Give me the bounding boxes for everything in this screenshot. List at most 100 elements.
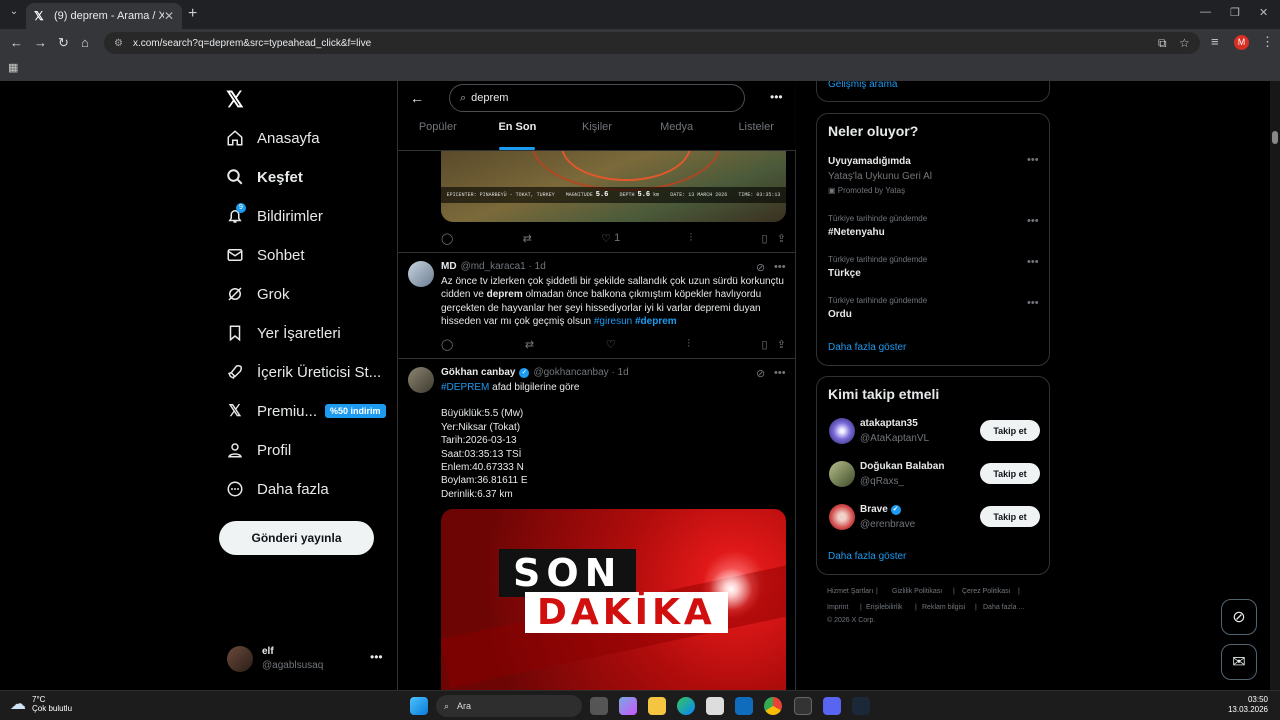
outlook-icon[interactable] [735, 697, 753, 715]
grok-fab-icon[interactable]: ⊘ [1221, 599, 1257, 635]
repost-icon[interactable]: ⇄ [523, 231, 532, 245]
nav-premium[interactable]: 𝕏 Premiu... %50 indirim [226, 396, 386, 426]
tab-popular[interactable]: Popüler [398, 121, 478, 151]
profile-avatar[interactable]: M [1234, 35, 1249, 50]
trend-more-icon[interactable]: ••• [1027, 215, 1039, 227]
follow-name-row[interactable]: Brave ✓ [860, 504, 905, 515]
views-icon[interactable]: ⫶ [687, 337, 690, 351]
steam-icon[interactable] [852, 697, 870, 715]
grok-icon[interactable]: ⊘ [756, 261, 765, 274]
weather-widget[interactable]: ☁ 7°C Çok bulutlu [10, 694, 72, 714]
avatar[interactable] [829, 504, 855, 530]
account-switcher[interactable]: elf @agablsusaq ••• [227, 646, 387, 676]
nav-profile[interactable]: Profil [226, 435, 291, 465]
close-window-icon[interactable]: ✕ [1259, 6, 1268, 19]
browser-tab[interactable]: 𝕏 (9) deprem - Arama / X ✕ [26, 3, 182, 29]
trend-more-icon[interactable]: ••• [1027, 297, 1039, 309]
nav-bookmarks[interactable]: Yer İşaretleri [226, 318, 341, 348]
show-more-trends-link[interactable]: Daha fazla göster [828, 342, 906, 353]
restore-icon[interactable]: ❐ [1230, 6, 1240, 19]
tab-media[interactable]: Medya [637, 121, 717, 151]
breaking-news-image[interactable]: SON DAKİKA [441, 509, 786, 690]
author-name[interactable]: MD [441, 261, 457, 272]
author-handle[interactable]: @md_karaca1 · 1d [461, 261, 546, 272]
post-button[interactable]: Gönderi yayınla [219, 521, 374, 555]
hashtag-link[interactable]: #deprem [635, 316, 677, 327]
forward-icon[interactable]: → [34, 35, 47, 50]
footer-link[interactable]: Çerez Politikası [962, 588, 1011, 595]
task-view-icon[interactable] [590, 697, 608, 715]
discord-icon[interactable] [823, 697, 841, 715]
address-bar[interactable]: ⚙ x.com/search?q=deprem&src=typeahead_cl… [104, 32, 1200, 54]
trend-name[interactable]: Türkçe [828, 268, 861, 279]
trend-name[interactable]: Ordu [828, 309, 852, 320]
media-control-icon[interactable]: ≡ [1211, 34, 1219, 49]
nav-messages[interactable]: Sohbet [226, 240, 305, 270]
footer-link[interactable]: Imprint [827, 604, 848, 611]
site-info-icon[interactable]: ⚙ [114, 38, 123, 49]
footer-link[interactable]: Gizlilik Politikası [892, 588, 942, 595]
bookmark-icon[interactable]: ▯ [762, 338, 768, 351]
chatgpt-icon[interactable] [794, 697, 812, 715]
footer-link[interactable]: Erişilebilirlik [866, 604, 903, 611]
account-more-icon[interactable]: ••• [370, 650, 383, 664]
x-logo-icon[interactable]: 𝕏 [226, 87, 244, 113]
nav-notifications[interactable]: 9 Bildirimler [226, 201, 323, 231]
author-name[interactable]: Gökhan canbay [441, 367, 515, 378]
reply-icon[interactable]: ◯ [441, 231, 453, 245]
like-button[interactable]: ♡ 1 [601, 231, 620, 245]
start-icon[interactable] [410, 697, 428, 715]
tab-close-icon[interactable]: ✕ [164, 9, 174, 23]
avatar[interactable] [408, 261, 434, 287]
edge-icon[interactable] [677, 697, 695, 715]
heart-icon[interactable]: ♡ [606, 337, 616, 351]
trend-more-icon[interactable]: ••• [1027, 154, 1039, 166]
avatar[interactable] [829, 418, 855, 444]
post-more-icon[interactable]: ••• [774, 261, 786, 273]
trend-more-icon[interactable]: ••• [1027, 256, 1039, 268]
grok-icon[interactable]: ⊘ [756, 367, 765, 380]
messages-fab-icon[interactable]: ✉ [1221, 644, 1257, 680]
post-more-icon[interactable]: ••• [774, 367, 786, 379]
advanced-search-link[interactable]: Gelişmiş arama [828, 81, 897, 90]
system-clock[interactable]: 03:50 13.03.2026 [1224, 695, 1268, 715]
nav-more[interactable]: Daha fazla [226, 474, 329, 504]
share-icon[interactable]: ⇪ [777, 232, 786, 245]
back-arrow-icon[interactable]: ← [410, 90, 424, 106]
follow-button[interactable]: Takip et [980, 463, 1040, 484]
file-explorer-icon[interactable] [648, 697, 666, 715]
nav-explore[interactable]: Keşfet [226, 162, 303, 192]
avatar[interactable] [829, 461, 855, 487]
apps-grid-icon[interactable]: ▦ [8, 61, 18, 74]
tab-latest[interactable]: En Son [478, 121, 558, 151]
page-scrollbar[interactable] [1270, 81, 1280, 690]
search-options-icon[interactable]: ••• [770, 90, 783, 104]
tab-people[interactable]: Kişiler [557, 121, 637, 151]
bookmark-icon[interactable]: ▯ [762, 232, 768, 245]
footer-link[interactable]: Hizmet Şartları [827, 588, 873, 595]
home-browser-icon[interactable]: ⌂ [81, 35, 89, 50]
hashtag-link[interactable]: #giresun [594, 316, 632, 327]
store-icon[interactable] [706, 697, 724, 715]
follow-name[interactable]: Doğukan Balaban [860, 461, 944, 472]
tab-search-icon[interactable]: ⌄ [6, 6, 22, 22]
show-more-follow-link[interactable]: Daha fazla göster [828, 551, 906, 562]
views-icon[interactable]: ⫶ [689, 231, 692, 245]
nav-home[interactable]: Anasayfa [226, 123, 320, 153]
nav-creator-studio[interactable]: İçerik Üreticisi St... [226, 357, 381, 387]
footer-link[interactable]: Reklam bilgisi [922, 604, 965, 611]
follow-button[interactable]: Takip et [980, 420, 1040, 441]
tab-lists[interactable]: Listeler [716, 121, 796, 151]
install-app-icon[interactable]: ⧉ [1158, 36, 1167, 51]
reply-icon[interactable]: ◯ [441, 337, 453, 351]
bookmark-star-icon[interactable]: ☆ [1179, 36, 1190, 50]
promoted-title[interactable]: Uyuyamadığımda [828, 156, 911, 167]
browser-menu-icon[interactable]: ⋮ [1261, 34, 1274, 50]
reload-icon[interactable]: ↻ [58, 35, 69, 51]
scrollbar-thumb[interactable] [1272, 131, 1278, 144]
follow-name[interactable]: atakaptan35 [860, 418, 918, 429]
back-icon[interactable]: ← [10, 35, 23, 50]
repost-icon[interactable]: ⇄ [525, 337, 534, 351]
nav-grok[interactable]: Grok [226, 279, 290, 309]
author-handle[interactable]: @gokhancanbay · 1d [533, 367, 628, 378]
